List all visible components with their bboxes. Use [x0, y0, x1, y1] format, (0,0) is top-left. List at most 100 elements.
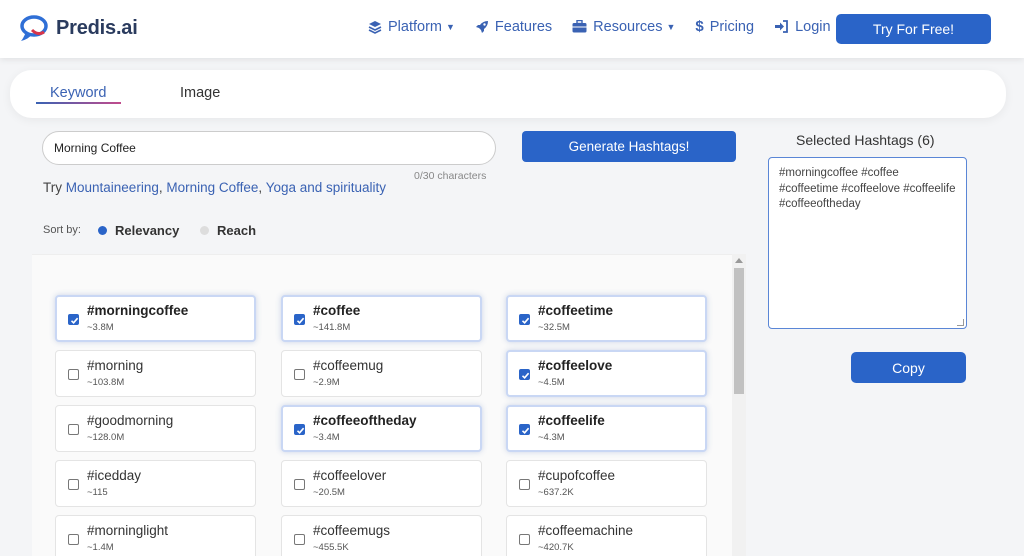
hashtag-label: #coffeelover	[313, 468, 387, 483]
scrollbar-thumb[interactable]	[734, 268, 744, 394]
suggestion-morning-coffee[interactable]: Morning Coffee	[166, 180, 258, 195]
hashtag-card[interactable]: #goodmorning ~128.0M	[55, 405, 256, 452]
sort-relevancy[interactable]: Relevancy	[98, 223, 179, 238]
hashtag-reach: ~141.8M	[313, 322, 351, 333]
checkbox-checked[interactable]	[519, 424, 530, 435]
checkmark-icon	[521, 372, 530, 379]
checkbox[interactable]	[68, 534, 79, 545]
rocket-icon	[475, 20, 489, 34]
sort-relevancy-label: Relevancy	[115, 223, 180, 238]
nav-pricing-label: Pricing	[709, 18, 755, 35]
resize-grip-icon[interactable]	[957, 319, 964, 326]
chevron-down-icon: ▼	[666, 21, 676, 32]
hashtag-label: #coffeelove	[538, 358, 613, 373]
nav-platform-label: Platform	[388, 18, 442, 35]
sort-reach[interactable]: Reach	[200, 223, 256, 238]
radio-selected-icon	[98, 226, 107, 235]
dollar-icon: $	[695, 18, 704, 35]
hashtag-reach: ~1.4M	[87, 542, 114, 553]
nav-resources[interactable]: Resources ▼	[572, 19, 675, 35]
checkbox[interactable]	[68, 424, 79, 435]
hashtag-reach: ~2.9M	[313, 377, 340, 388]
checkbox-checked[interactable]	[294, 314, 305, 325]
nav-login[interactable]: Login	[774, 18, 831, 35]
hashtag-card[interactable]: #morninglight ~1.4M	[55, 515, 256, 556]
hashtag-card[interactable]: #coffeemachine ~420.7K	[506, 515, 707, 556]
hashtag-reach: ~420.7K	[538, 542, 574, 553]
copy-button[interactable]: Copy	[851, 352, 966, 383]
hashtag-card[interactable]: #cupofcoffee ~637.2K	[506, 460, 707, 507]
checkbox[interactable]	[68, 369, 79, 380]
top-navbar: Predis.ai Platform ▼ Features Resources …	[0, 0, 1024, 58]
hashtag-card[interactable]: #morning ~103.8M	[55, 350, 256, 397]
hashtag-reach: ~4.5M	[538, 377, 565, 388]
results-scrollbar[interactable]	[732, 254, 746, 556]
login-icon	[774, 20, 789, 33]
hashtag-card[interactable]: #coffeemug ~2.9M	[281, 350, 482, 397]
selected-hashtags-text: #morningcoffee #coffee #coffeetime #coff…	[779, 167, 956, 210]
radio-unselected-icon	[200, 226, 209, 235]
logo[interactable]: Predis.ai	[18, 14, 138, 42]
try-for-free-button[interactable]: Try For Free!	[836, 14, 991, 44]
nav-platform[interactable]: Platform ▼	[368, 19, 455, 35]
hashtag-reach: ~455.5K	[313, 542, 349, 553]
selected-hashtags-textarea[interactable]: #morningcoffee #coffee #coffeetime #coff…	[768, 157, 967, 329]
generate-hashtags-button[interactable]: Generate Hashtags!	[522, 131, 736, 162]
checkmark-icon	[521, 317, 530, 324]
suggestions-line: Try Mountaineering, Morning Coffee, Yoga…	[43, 180, 387, 195]
checkbox[interactable]	[294, 534, 305, 545]
hashtag-reach: ~20.5M	[313, 487, 345, 498]
hashtag-card[interactable]: #coffeelove ~4.5M	[506, 350, 707, 397]
chevron-down-icon: ▼	[446, 21, 455, 32]
checkbox-checked[interactable]	[294, 424, 305, 435]
hashtag-reach: ~103.8M	[87, 377, 125, 388]
checkbox[interactable]	[294, 369, 305, 380]
hashtag-card[interactable]: #coffeelife ~4.3M	[506, 405, 707, 452]
hashtag-label: #goodmorning	[87, 413, 174, 428]
checkmark-icon	[70, 317, 79, 324]
hashtag-card[interactable]: #coffee ~141.8M	[281, 295, 482, 342]
suggestion-mountaineering[interactable]: Mountaineering	[66, 180, 159, 195]
hashtag-results: #morningcoffee ~3.8M #coffee ~141.8M #coffee…	[32, 254, 746, 556]
suggestion-yoga[interactable]: Yoga and spirituality	[266, 180, 386, 195]
checkbox[interactable]	[519, 479, 530, 490]
checkbox-checked[interactable]	[519, 369, 530, 380]
checkmark-icon	[296, 427, 305, 434]
hashtag-reach: ~4.3M	[538, 432, 565, 443]
nav-features[interactable]: Features	[475, 19, 552, 35]
predis-logo-icon	[18, 14, 52, 42]
hashtag-card[interactable]: #icedday ~115	[55, 460, 256, 507]
mode-tabs: Keyword Image	[10, 70, 1006, 118]
hashtag-label: #coffeemug	[313, 358, 384, 373]
hashtag-label: #cupofcoffee	[538, 468, 616, 483]
nav-login-label: Login	[795, 18, 831, 35]
briefcase-icon	[572, 20, 587, 33]
checkbox-checked[interactable]	[68, 314, 79, 325]
active-tab-indicator	[36, 102, 121, 104]
hashtag-card[interactable]: #coffeemugs ~455.5K	[281, 515, 482, 556]
hashtag-card[interactable]: #morningcoffee ~3.8M	[55, 295, 256, 342]
checkbox-checked[interactable]	[519, 314, 530, 325]
hashtag-reach: ~3.4M	[313, 432, 340, 443]
sort-label: Sort by:	[43, 224, 81, 236]
hashtag-label: #morninglight	[87, 523, 169, 538]
tab-keyword[interactable]: Keyword	[50, 85, 106, 101]
hashtag-label: #coffeetime	[538, 303, 614, 318]
checkbox[interactable]	[294, 479, 305, 490]
hashtag-card[interactable]: #coffeetime ~32.5M	[506, 295, 707, 342]
checkbox[interactable]	[519, 534, 530, 545]
hashtag-reach: ~32.5M	[538, 322, 570, 333]
logo-text: Predis.ai	[56, 16, 138, 39]
tab-image[interactable]: Image	[180, 85, 220, 101]
hashtag-card[interactable]: #coffeeoftheday ~3.4M	[281, 405, 482, 452]
character-count: 0/30 characters	[414, 170, 487, 182]
keyword-input[interactable]: Morning Coffee	[42, 131, 496, 165]
checkbox[interactable]	[68, 479, 79, 490]
checkmark-icon	[521, 427, 530, 434]
hashtag-label: #coffeeoftheday	[313, 413, 417, 428]
hashtag-card[interactable]: #coffeelover ~20.5M	[281, 460, 482, 507]
hashtag-reach: ~637.2K	[538, 487, 574, 498]
nav-pricing[interactable]: $ Pricing	[695, 18, 754, 35]
selected-hashtags-title: Selected Hashtags (6)	[796, 132, 935, 148]
scroll-up-icon[interactable]	[735, 258, 743, 263]
